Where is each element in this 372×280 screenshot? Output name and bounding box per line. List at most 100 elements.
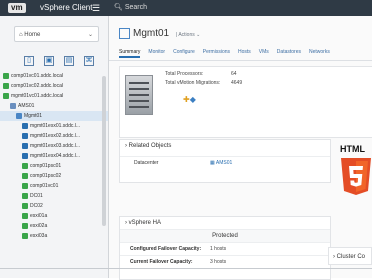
datacenter-label: Datacenter xyxy=(134,160,159,166)
tree-item[interactable]: mgmt01esx03.sddc.l... xyxy=(0,141,108,151)
related-objects-header[interactable]: › Related Objects xyxy=(120,140,330,152)
related-objects-section: › Related Objects Datacenter ▦ AMS01 xyxy=(119,139,331,183)
home-button[interactable]: ⌂ Home ⌄ xyxy=(14,26,99,42)
chevron-down-icon: ⌄ xyxy=(87,32,93,38)
search-placeholder: Search xyxy=(124,4,148,11)
vsphere-ha-title: vSphere HA xyxy=(128,220,162,226)
tree-item[interactable]: esxi01a xyxy=(0,211,108,221)
tree-item-label: comp01psc02 xyxy=(30,173,62,179)
related-objects-title: Related Objects xyxy=(128,143,172,149)
vsphere-ha-header[interactable]: › vSphere HA xyxy=(120,217,330,229)
cluster-service-icons: ✚◆ xyxy=(183,95,196,104)
tree-item[interactable]: comp01psc02 xyxy=(0,171,108,181)
tab-summary[interactable]: Summary xyxy=(119,49,141,58)
storage-tab-icon[interactable]: ▤ xyxy=(64,56,74,66)
tree-node-icon xyxy=(10,103,16,109)
actions-menu[interactable]: | Actions ⌄ xyxy=(176,32,200,38)
cluster-consumers-section[interactable]: › Cluster Co xyxy=(328,247,372,265)
datacenter-name: AMS01 xyxy=(215,160,233,166)
tree-node-icon xyxy=(22,193,28,199)
tree-item[interactable]: comp01vc01.sddc.local xyxy=(0,71,108,81)
total-vmotion: Total vMotion Migrations: 4649 xyxy=(165,78,242,88)
tree-node-icon xyxy=(22,223,28,229)
home-icon: ⌂ xyxy=(19,32,23,38)
home-label: Home xyxy=(24,32,41,38)
tree-item[interactable]: mgmt01esx01.sddc.l... xyxy=(0,121,108,131)
tree-node-icon xyxy=(22,183,28,189)
html5-badge: HTML xyxy=(338,144,372,224)
tree-item[interactable]: comp01vc02.sddc.local xyxy=(0,81,108,91)
tree-item[interactable]: esxi02a xyxy=(0,221,108,231)
tree-item-label: esxi01a xyxy=(30,213,48,219)
summary-card: Total Processors: 64 Total vMotion Migrat… xyxy=(119,66,372,138)
menu-icon[interactable]: ☰ xyxy=(92,2,100,14)
tree-item-label: comp01vc02.sddc.local xyxy=(11,83,63,89)
tab-permissions[interactable]: Permissions xyxy=(203,49,230,55)
tree-item[interactable]: Mgmt01 xyxy=(0,111,108,121)
tabs-divider xyxy=(109,60,372,61)
datacenter-link[interactable]: ▦ AMS01 xyxy=(210,160,232,166)
html5-text: HTML xyxy=(340,144,365,154)
search-field[interactable]: 🔍︎ Search xyxy=(114,2,147,14)
tree-item-label: comp01vc01.sddc.local xyxy=(11,73,63,79)
ha-icon: ✚ xyxy=(183,95,190,104)
tree-node-icon xyxy=(22,143,28,149)
actions-label: Actions xyxy=(178,32,195,38)
cluster-image xyxy=(125,75,153,115)
vsphere-ha-section: › vSphere HA Protected Configured Failov… xyxy=(119,216,331,280)
current-failover-label: Current Failover Capacity: xyxy=(130,259,193,265)
configured-failover-label: Configured Failover Capacity: xyxy=(130,246,202,252)
sidebar: ⌂ Home ⌄ ▯ ▣ ▤ ⌘ comp01vc01.sddc.local comp0… xyxy=(0,16,109,278)
datacenter-row: Datacenter ▦ AMS01 xyxy=(120,156,330,169)
tree-item-label: mgmt01esx04.sddc.l... xyxy=(30,153,81,159)
tree-item-label: comp01psc01 xyxy=(30,163,62,169)
app-title: vSphere Client xyxy=(40,3,93,12)
tree-item[interactable]: mgmt01esx04.sddc.l... xyxy=(0,151,108,161)
vmotion-value: 4649 xyxy=(231,80,243,86)
page-title: Mgmt01 xyxy=(133,28,170,39)
tree-node-icon xyxy=(3,93,9,99)
datacenter-value: ▦ AMS01 xyxy=(210,157,232,169)
tree-item-label: mgmt01esx03.sddc.l... xyxy=(30,143,81,149)
cluster-section-title: Cluster Co xyxy=(336,254,366,260)
vms-templates-tab-icon[interactable]: ▣ xyxy=(44,56,54,66)
tab-hosts[interactable]: Hosts xyxy=(238,49,251,55)
current-failover-value: 3 hosts xyxy=(210,259,227,265)
tree-node-icon xyxy=(22,163,28,169)
object-header: Mgmt01 | Actions ⌄ xyxy=(119,27,200,42)
failover-current-row: Current Failover Capacity: 3 hosts xyxy=(120,255,330,268)
failover-configured-row: Configured Failover Capacity: 1 hosts xyxy=(120,242,330,255)
tree-node-icon xyxy=(22,213,28,219)
tab-configure[interactable]: Configure xyxy=(173,49,195,55)
html5-shield-icon xyxy=(341,158,371,195)
tree-item-label: mgmt01esx01.sddc.l... xyxy=(30,123,81,129)
tab-monitor[interactable]: Monitor xyxy=(148,49,165,55)
configured-failover-value: 1 hosts xyxy=(210,246,227,252)
tree-item[interactable]: comp01vc01 xyxy=(0,181,108,191)
tree-item[interactable]: DC01 xyxy=(0,191,108,201)
networking-tab-icon[interactable]: ⌘ xyxy=(84,56,94,66)
tab-datastores[interactable]: Datastores xyxy=(277,49,301,55)
total-processors-value: 64 xyxy=(231,71,237,77)
tree-item[interactable]: esxi03a xyxy=(0,231,108,241)
tree-node-icon xyxy=(22,133,28,139)
vmware-logo: vm xyxy=(8,3,26,13)
sidebar-scrollbar[interactable] xyxy=(102,76,106,226)
vmotion-label: Total vMotion Migrations: xyxy=(165,80,221,86)
tree-item-label: DC02 xyxy=(30,203,43,209)
tree-item[interactable]: AMS01 xyxy=(0,101,108,111)
tree-item-label: AMS01 xyxy=(18,103,35,109)
tree-item[interactable]: comp01psc01 xyxy=(0,161,108,171)
inventory-tree: comp01vc01.sddc.local comp01vc02.sddc.loc… xyxy=(0,71,108,241)
tree-item[interactable]: DC02 xyxy=(0,201,108,211)
hosts-clusters-tab-icon[interactable]: ▯ xyxy=(24,56,34,66)
tree-item-label: esxi03a xyxy=(30,233,48,239)
tree-item-label: Mgmt01 xyxy=(24,113,43,119)
object-tabs: Summary Monitor Configure Permissions Hosts V… xyxy=(119,49,338,59)
tab-networks[interactable]: Networks xyxy=(309,49,330,55)
tree-node-icon xyxy=(22,173,28,179)
bottom-divider xyxy=(0,268,372,269)
tree-item[interactable]: mgmt01vc01.sddc.local xyxy=(0,91,108,101)
tree-item[interactable]: mgmt01esx02.sddc.l... xyxy=(0,131,108,141)
tab-vms[interactable]: VMs xyxy=(259,49,269,55)
